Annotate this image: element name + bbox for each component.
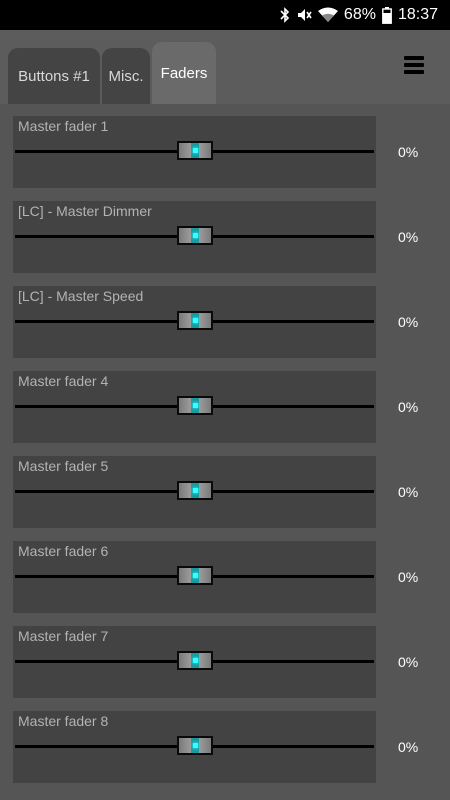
status-icons: 68% 18:37 <box>280 0 438 30</box>
fader-value: 0% <box>398 229 419 245</box>
fader-list: Master fader 1 0% [LC] - Master Dimmer 0… <box>0 104 450 800</box>
status-bar: 68% 18:37 <box>0 0 450 30</box>
fader-value: 0% <box>398 654 419 670</box>
fader-value: 0% <box>398 314 419 330</box>
fader-row: Master fader 1 <box>13 116 376 188</box>
tab-misc[interactable]: Misc. <box>102 48 150 104</box>
fader-label: [LC] - Master Dimmer <box>18 203 152 219</box>
fader-thumb[interactable] <box>177 481 213 500</box>
wifi-icon <box>317 7 338 23</box>
battery-icon <box>382 6 392 24</box>
fader-row: Master fader 5 <box>13 456 376 528</box>
fader-label: [LC] - Master Speed <box>18 288 144 304</box>
fader-thumb[interactable] <box>177 651 213 670</box>
fader-value: 0% <box>398 484 419 500</box>
fader-thumb[interactable] <box>177 311 213 330</box>
fader-row: [LC] - Master Dimmer <box>13 201 376 273</box>
bluetooth-icon <box>280 7 290 23</box>
fader-label: Master fader 7 <box>18 628 109 644</box>
fader-value: 0% <box>398 739 419 755</box>
fader-row: [LC] - Master Speed <box>13 286 376 358</box>
fader-row: Master fader 4 <box>13 371 376 443</box>
fader-thumb[interactable] <box>177 141 213 160</box>
fader-row: Master fader 7 <box>13 626 376 698</box>
battery-percent: 68% <box>343 6 376 23</box>
fader-thumb[interactable] <box>177 226 213 245</box>
tab-buttons-1[interactable]: Buttons #1 <box>8 48 100 104</box>
fader-row: Master fader 6 <box>13 541 376 613</box>
fader-thumb[interactable] <box>177 396 213 415</box>
fader-row: Master fader 8 <box>13 711 376 783</box>
tab-bar: Buttons #1 Misc. Faders <box>0 30 450 104</box>
fader-thumb[interactable] <box>177 736 213 755</box>
fader-label: Master fader 8 <box>18 713 109 729</box>
fader-value: 0% <box>398 144 419 160</box>
fader-label: Master fader 5 <box>18 458 109 474</box>
fader-label: Master fader 4 <box>18 373 109 389</box>
clock: 18:37 <box>397 6 438 23</box>
fader-value: 0% <box>398 569 419 585</box>
fader-label: Master fader 6 <box>18 543 109 559</box>
fader-thumb[interactable] <box>177 566 213 585</box>
mute-icon <box>296 7 312 23</box>
fader-value: 0% <box>398 399 419 415</box>
fader-label: Master fader 1 <box>18 118 109 134</box>
hamburger-menu-icon[interactable] <box>404 56 424 74</box>
tab-faders[interactable]: Faders <box>152 42 216 104</box>
